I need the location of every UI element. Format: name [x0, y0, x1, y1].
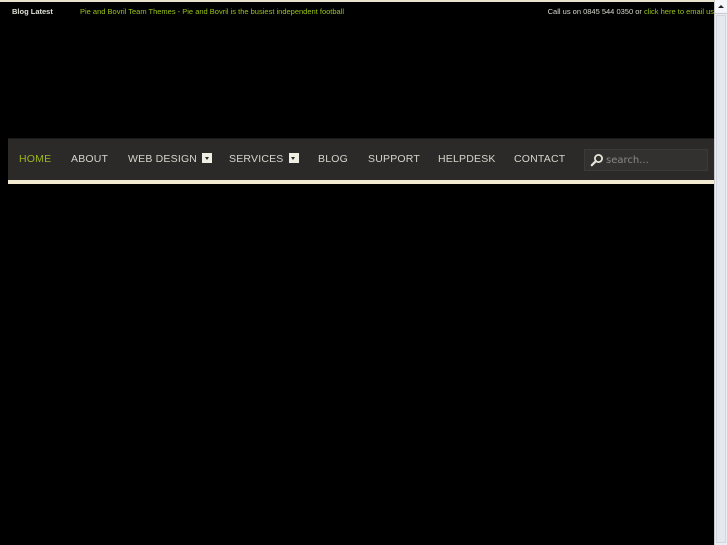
nav-home-label: HOME: [19, 153, 52, 165]
chevron-down-icon[interactable]: [202, 153, 213, 164]
blog-latest-label: Blog Latest: [12, 7, 53, 16]
nav-helpdesk[interactable]: HELPDESK: [438, 139, 496, 181]
nav-support[interactable]: SUPPORT: [368, 139, 420, 181]
phone-text: Call us on 0845 544 0350 or: [547, 7, 644, 16]
search-input[interactable]: [606, 150, 704, 170]
chevron-down-icon[interactable]: [288, 153, 299, 164]
email-link[interactable]: click here to email us: [644, 7, 714, 16]
scroll-up-arrow-icon[interactable]: [715, 0, 727, 14]
nav-home[interactable]: HOME: [19, 139, 51, 181]
nav-web-design[interactable]: WEB DESIGN: [128, 139, 213, 181]
nav-blog[interactable]: BLOG: [318, 139, 348, 181]
nav-support-label: SUPPORT: [368, 153, 420, 165]
nav-blog-label: BLOG: [318, 153, 348, 165]
nav-contact[interactable]: CONTACT: [514, 139, 565, 181]
nav-contact-label: CONTACT: [514, 153, 566, 165]
nav-about[interactable]: ABOUT: [71, 139, 108, 181]
main-nav: HOME ABOUT WEB DESIGN SERVICES BLOG SUPP…: [8, 138, 714, 181]
search-box[interactable]: [584, 149, 708, 171]
nav-web-design-label: WEB DESIGN: [128, 153, 198, 165]
news-ticker-link[interactable]: Pie and Bovril Team Themes - Pie and Bov…: [80, 2, 344, 22]
nav-about-label: ABOUT: [71, 153, 109, 165]
scrollbar-thumb[interactable]: [716, 15, 726, 543]
top-bar: Blog Latest Pie and Bovril Team Themes -…: [0, 2, 714, 22]
nav-services-label: SERVICES: [229, 153, 284, 165]
contact-info: Call us on 0845 544 0350 or click here t…: [548, 2, 714, 22]
vertical-scrollbar[interactable]: [714, 0, 727, 545]
search-icon: [590, 154, 603, 167]
nav-underline: [8, 180, 714, 184]
nav-services[interactable]: SERVICES: [229, 139, 299, 181]
nav-helpdesk-label: HELPDESK: [438, 153, 496, 165]
